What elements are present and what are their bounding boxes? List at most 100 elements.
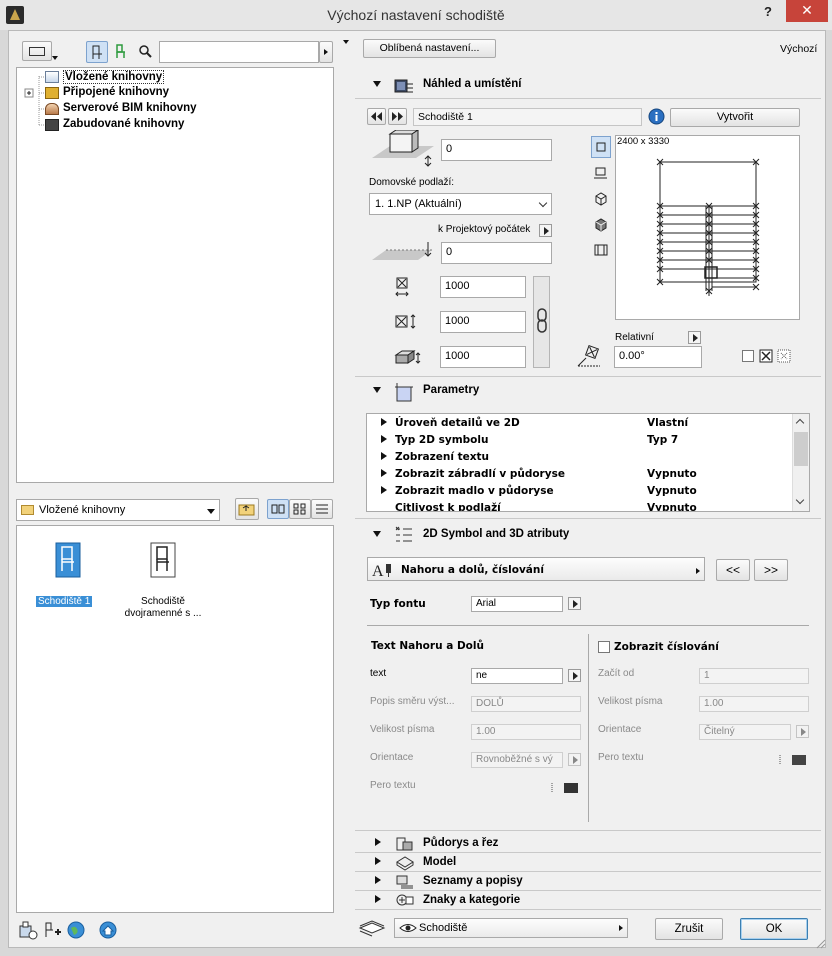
prev-stair-button[interactable] xyxy=(367,108,386,125)
stair-item-1-label[interactable]: Schodiště 1 xyxy=(36,596,93,607)
scroll-up-icon[interactable] xyxy=(795,418,805,428)
layer-selector[interactable]: Schodiště xyxy=(394,918,628,938)
library-preview-pane: Schodiště 1 Schodiště dvojramenné s ... xyxy=(16,525,334,913)
mirror-dotted-icon[interactable] xyxy=(777,349,791,363)
library-select-value: Vložené knihovny xyxy=(39,504,126,516)
tree-item-embedded[interactable]: Vložené knihovny xyxy=(63,70,165,84)
scroll-thumb[interactable] xyxy=(794,432,808,466)
mirror-toggle-icon[interactable] xyxy=(759,349,773,363)
scroll-down-icon[interactable] xyxy=(795,495,805,505)
view-mode-button[interactable] xyxy=(22,41,52,61)
search-go-button[interactable] xyxy=(319,41,333,63)
num-orientation-menu-button xyxy=(796,725,809,738)
stair-item-1[interactable] xyxy=(55,542,81,578)
param-row[interactable]: Úroveň detailů ve 2D Vlastní xyxy=(377,415,797,432)
axon-shaded-icon[interactable] xyxy=(593,217,609,233)
pen-selector[interactable] xyxy=(550,781,580,795)
divider xyxy=(355,909,821,910)
section-classification-header[interactable]: Znaky a kategorie xyxy=(355,891,821,909)
collapse-icon xyxy=(373,387,381,393)
view-small-icons-button[interactable] xyxy=(289,499,311,519)
divider xyxy=(355,830,821,831)
link-proportions-button[interactable] xyxy=(533,276,550,368)
num-pen-label: Pero textu xyxy=(598,752,644,763)
text-menu-button[interactable] xyxy=(568,669,581,682)
param-row[interactable]: Citlivost k podlaží Vypnuto xyxy=(377,500,797,511)
height-input[interactable]: 1000 xyxy=(440,346,526,368)
offset-input[interactable]: 0 xyxy=(441,139,552,161)
folder-up-button[interactable] xyxy=(235,498,259,520)
library-search-input[interactable] xyxy=(159,41,319,63)
filmstrip-icon[interactable] xyxy=(593,242,609,258)
preview-plan-button[interactable] xyxy=(591,136,611,158)
reference-offset-input[interactable]: 0 xyxy=(441,242,552,264)
reference-menu-button[interactable] xyxy=(539,224,552,237)
chevron-down-icon xyxy=(538,198,548,208)
section-classification-title: Znaky a kategorie xyxy=(423,894,521,906)
home-story-value: 1. 1.NP (Aktuální) xyxy=(375,198,462,210)
section-view-icon[interactable] xyxy=(593,165,609,181)
show-numbering-checkbox[interactable] xyxy=(598,641,610,653)
resize-grip-icon[interactable] xyxy=(814,937,826,949)
stair-item-2-label[interactable]: Schodiště dvojramenné s ... xyxy=(117,596,209,620)
home-story-select[interactable]: 1. 1.NP (Aktuální) xyxy=(369,193,552,215)
library-manager-button[interactable] xyxy=(18,920,38,940)
axon-wire-icon[interactable] xyxy=(593,191,609,207)
info-icon xyxy=(648,108,665,125)
section-params-header[interactable]: Parametry xyxy=(355,379,821,403)
mirror-none-toggle[interactable] xyxy=(742,350,754,362)
param-row[interactable]: Zobrazení textu xyxy=(377,449,797,466)
section-preview-header[interactable]: Náhled a umístění xyxy=(355,73,821,97)
globe-home-icon xyxy=(99,921,117,939)
relative-menu-button[interactable] xyxy=(688,331,701,344)
info-button[interactable] xyxy=(648,108,665,125)
web-library-button[interactable] xyxy=(66,920,86,940)
section-listing-header[interactable]: Seznamy a popisy xyxy=(355,872,821,890)
listing-icon xyxy=(396,875,413,889)
rewind-icon xyxy=(371,112,382,121)
library-chair-toggle[interactable] xyxy=(86,41,108,63)
tree-item-linked[interactable]: Připojené knihovny xyxy=(63,86,169,98)
param-row[interactable]: Typ 2D symbolu Typ 7 xyxy=(377,432,797,449)
bimcomponents-button[interactable] xyxy=(98,920,118,940)
create-button[interactable]: Vytvořit xyxy=(670,108,800,127)
length-input[interactable]: 1000 xyxy=(440,311,526,333)
plan-section-icon xyxy=(396,837,413,851)
panel-toggle-icon[interactable] xyxy=(343,40,349,44)
green-chair-button[interactable] xyxy=(112,42,132,62)
section-plan-header[interactable]: Půdorys a řez xyxy=(355,834,821,852)
view-large-icons-button[interactable] xyxy=(267,499,289,519)
close-button[interactable]: ✕ xyxy=(786,0,828,22)
prev-subpage-button[interactable]: << xyxy=(716,559,750,581)
width-input[interactable]: 1000 xyxy=(440,276,526,298)
next-subpage-button[interactable]: >> xyxy=(754,559,788,581)
params-scrollbar[interactable] xyxy=(792,414,809,511)
view-list-button[interactable] xyxy=(311,499,333,519)
help-button[interactable]: ? xyxy=(758,4,778,22)
width-icon xyxy=(395,277,409,297)
param-row[interactable]: Zobrazit madlo v půdoryse Vypnuto xyxy=(377,483,797,500)
cancel-button[interactable]: Zrušit xyxy=(655,918,723,940)
section-symbol-header[interactable]: 2D Symbol and 3D atributy xyxy=(355,523,821,547)
font-type-field[interactable]: Arial xyxy=(471,596,563,612)
param-row[interactable]: Zobrazit zábradlí v půdoryse Vypnuto xyxy=(377,466,797,483)
orientation-field: Rovnoběžné s vý xyxy=(471,752,563,768)
rotation-angle-input[interactable]: 0.00° xyxy=(614,346,702,368)
favorites-button[interactable]: Oblíbená nastavení... xyxy=(363,39,496,58)
search-button[interactable] xyxy=(138,44,154,60)
start-field: 1 xyxy=(699,668,809,684)
stair-item-2[interactable] xyxy=(150,542,176,578)
stair-name-field[interactable]: Schodiště 1 xyxy=(413,108,642,126)
new-object-button[interactable] xyxy=(42,920,62,940)
section-model-header[interactable]: Model xyxy=(355,853,821,871)
font-menu-button[interactable] xyxy=(568,597,581,610)
library-select[interactable]: Vložené knihovny xyxy=(16,499,220,521)
next-stair-button[interactable] xyxy=(388,108,407,125)
tree-item-bim-server[interactable]: Serverové BIM knihovny xyxy=(63,102,197,114)
expand-icon xyxy=(381,452,387,460)
ok-button[interactable]: OK xyxy=(740,918,808,940)
text-field[interactable]: ne xyxy=(471,668,563,684)
subpage-selector[interactable]: A Nahoru a dolů, číslování xyxy=(367,557,705,581)
tree-item-builtin[interactable]: Zabudované knihovny xyxy=(63,118,184,130)
show-numbering-label[interactable]: Zobrazit číslování xyxy=(614,641,719,653)
